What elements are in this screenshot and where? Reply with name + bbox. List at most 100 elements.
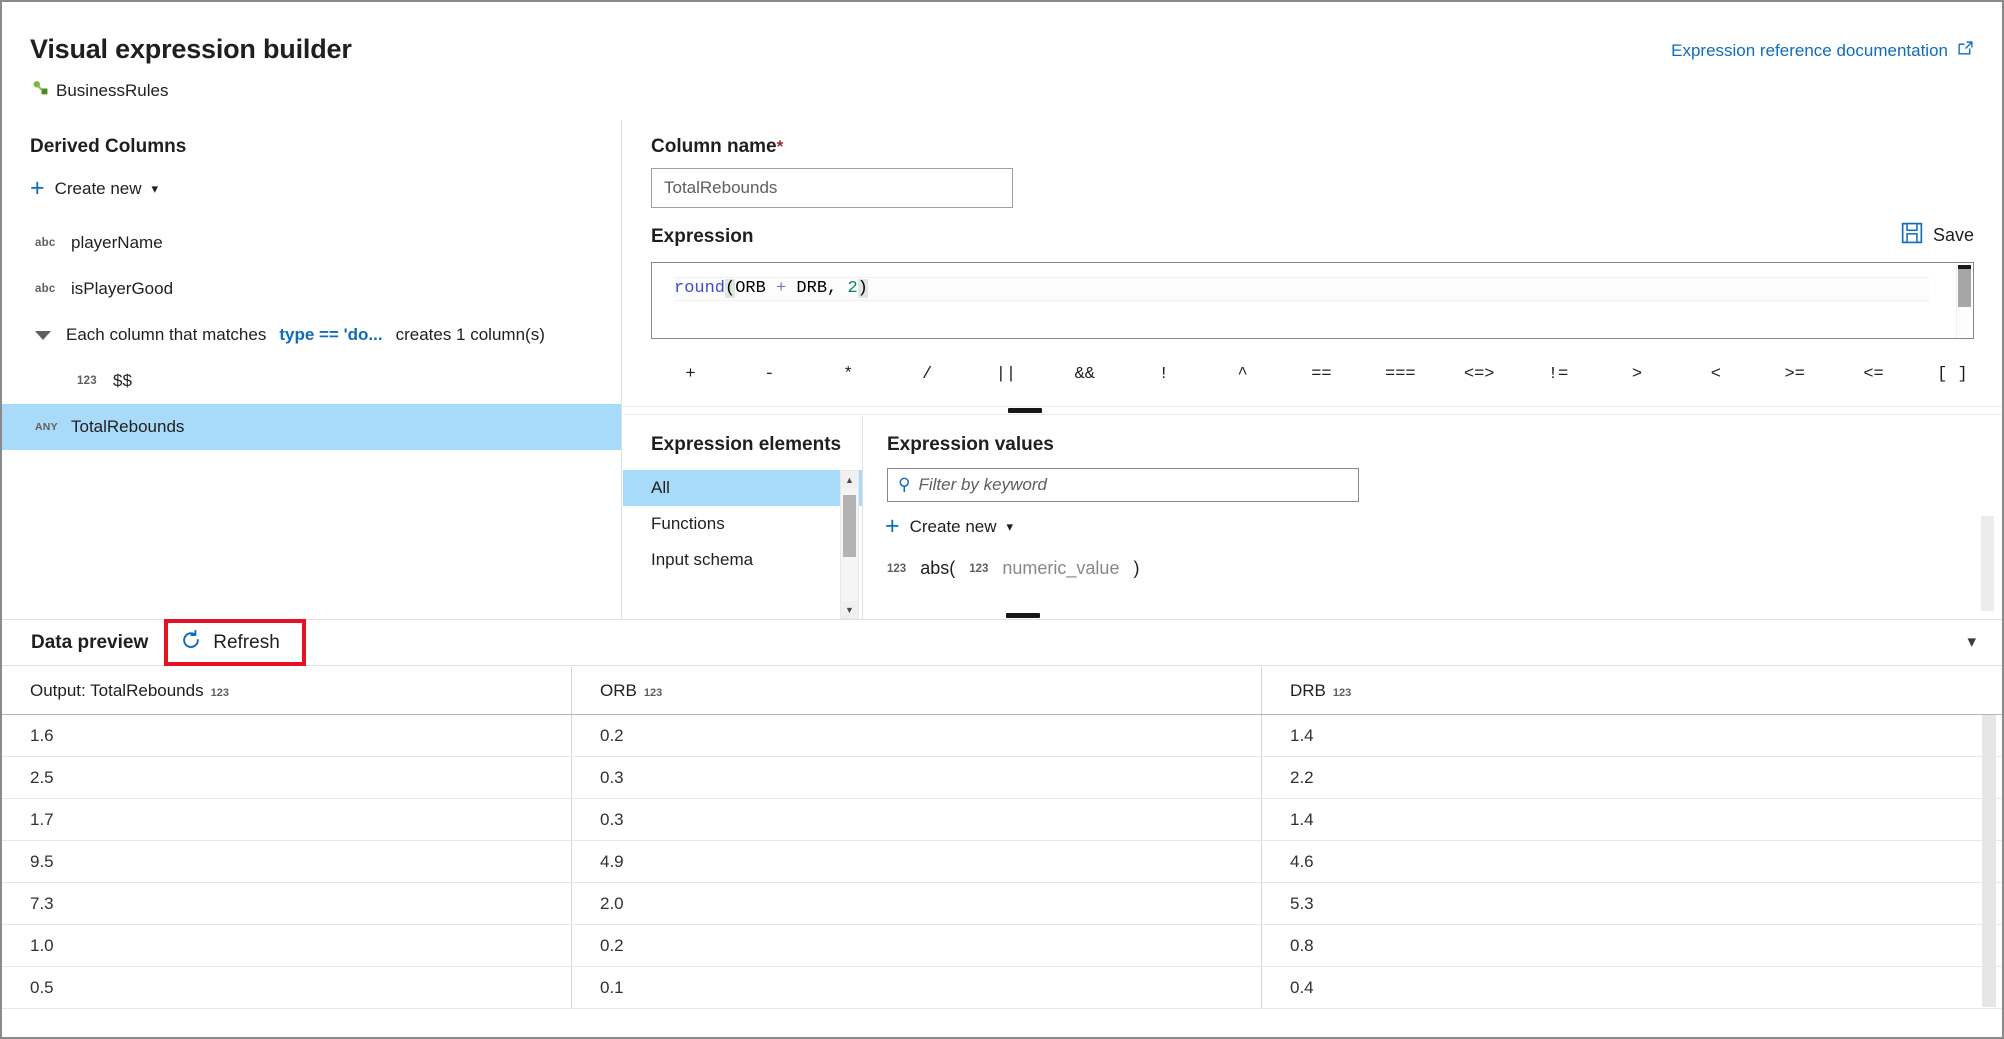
editor-vertical-scrollbar[interactable]: [1956, 263, 1973, 338]
operator-and[interactable]: &&: [1045, 352, 1124, 398]
expression-values-column: Expression values ⚲ + Create new ▾ 123 a…: [863, 416, 2002, 619]
expression-value-name: abs(: [920, 558, 955, 579]
column-header-label: Output: TotalRebounds: [30, 681, 204, 701]
create-new-column-button[interactable]: + Create new ▾: [30, 176, 158, 201]
table-header-cell-orb[interactable]: ORB123: [572, 667, 1262, 714]
type-badge: 123: [644, 687, 662, 699]
table-row[interactable]: 2.5 0.3 2.2: [2, 757, 2002, 799]
table-cell: 0.3: [572, 799, 1262, 840]
operator-not[interactable]: !: [1124, 352, 1203, 398]
required-asterisk: *: [777, 137, 784, 156]
operator-greater-than[interactable]: >: [1598, 352, 1677, 398]
caret-down-icon[interactable]: [35, 331, 51, 340]
table-cell: 2.2: [1262, 757, 2002, 798]
operator-or[interactable]: ||: [967, 352, 1046, 398]
operator-minus[interactable]: -: [730, 352, 809, 398]
column-item-playerName[interactable]: abc playerName: [2, 220, 621, 266]
rule-prefix-label: Each column that matches: [66, 325, 266, 345]
expression-values-title: Expression values: [887, 434, 1054, 456]
table-cell: 0.5: [2, 967, 572, 1008]
create-new-value-button[interactable]: + Create new ▾: [885, 514, 1013, 539]
search-icon: ⚲: [898, 475, 910, 495]
column-name-input[interactable]: [651, 168, 1013, 208]
expression-element-all[interactable]: All: [623, 470, 862, 506]
table-header-cell-output[interactable]: Output: TotalRebounds123: [2, 667, 572, 714]
scroll-up-arrow-icon[interactable]: ▲: [841, 471, 858, 488]
operator-not-equals[interactable]: !=: [1519, 352, 1598, 398]
filter-input[interactable]: [918, 475, 1348, 495]
table-row[interactable]: 1.6 0.2 1.4: [2, 715, 2002, 757]
expression-elements-scrollbar[interactable]: ▲ ▼: [840, 470, 859, 619]
operator-caret[interactable]: ^: [1203, 352, 1282, 398]
chevron-down-icon: ▾: [152, 181, 159, 197]
expression-reference-documentation-link[interactable]: Expression reference documentation: [1671, 40, 1974, 62]
table-row[interactable]: 0.5 0.1 0.4: [2, 967, 2002, 1009]
operator-brackets[interactable]: [ ]: [1913, 352, 1992, 398]
operator-plus[interactable]: +: [651, 352, 730, 398]
page-title: Visual expression builder: [30, 34, 352, 65]
expression-value-close-paren: ): [1133, 558, 1139, 579]
table-cell: 2.5: [2, 757, 572, 798]
refresh-highlight-box: Refresh: [164, 619, 306, 666]
column-item-isPlayerGood[interactable]: abc isPlayerGood: [2, 266, 621, 312]
save-label: Save: [1933, 225, 1974, 246]
expression-elements-scrollbar-thumb[interactable]: [843, 495, 856, 557]
table-cell: 7.3: [2, 883, 572, 924]
table-header-row: Output: TotalRebounds123 ORB123 DRB123: [2, 667, 2002, 715]
table-row[interactable]: 1.0 0.2 0.8: [2, 925, 2002, 967]
table-cell: 0.3: [572, 757, 1262, 798]
horizontal-splitter-top[interactable]: [623, 406, 2002, 415]
splitter-handle[interactable]: [1008, 408, 1042, 413]
operator-null-safe-equals[interactable]: <=>: [1440, 352, 1519, 398]
table-cell: 4.6: [1262, 841, 2002, 882]
table-cell: 9.5: [2, 841, 572, 882]
expression-value-argument: numeric_value: [1002, 558, 1119, 579]
operator-greater-equals[interactable]: >=: [1755, 352, 1834, 398]
operator-strict-equals[interactable]: ===: [1361, 352, 1440, 398]
breadcrumb-label[interactable]: BusinessRules: [56, 81, 168, 101]
save-button[interactable]: Save: [1901, 222, 1974, 249]
expression-elements-pane: Expression elements All Functions Input …: [623, 416, 2002, 619]
expression-code-text[interactable]: round(ORB + DRB, 2): [674, 277, 868, 301]
refresh-label: Refresh: [213, 632, 280, 654]
splitter-handle[interactable]: [1006, 613, 1040, 618]
table-row[interactable]: 1.7 0.3 1.4: [2, 799, 2002, 841]
operator-toolbar: + - * / || && ! ^ == === <=> != > < >= <…: [651, 352, 1992, 398]
table-cell: 0.2: [572, 925, 1262, 966]
expression-elements-column: Expression elements All Functions Input …: [623, 416, 863, 619]
refresh-button[interactable]: Refresh: [180, 629, 280, 656]
operator-equals[interactable]: ==: [1282, 352, 1361, 398]
expression-value-item-abs[interactable]: 123 abs( 123 numeric_value ): [887, 558, 1139, 579]
expression-values-scrollbar[interactable]: [1981, 516, 1994, 611]
rule-expression-link[interactable]: type == 'do...: [279, 325, 382, 345]
data-preview-vertical-scrollbar[interactable]: [1982, 715, 1996, 1007]
table-cell: 0.8: [1262, 925, 2002, 966]
operator-multiply[interactable]: *: [809, 352, 888, 398]
dataflow-node-icon: [32, 80, 49, 102]
data-preview-title: Data preview: [31, 632, 148, 654]
table-header-cell-drb[interactable]: DRB123: [1262, 667, 2002, 714]
table-row[interactable]: 9.5 4.9 4.6: [2, 841, 2002, 883]
expression-token-number: 2: [847, 279, 857, 298]
column-pattern-rule-row[interactable]: Each column that matches type == 'do... …: [2, 312, 621, 358]
rule-suffix-label: creates 1 column(s): [396, 325, 545, 345]
column-item-TotalRebounds[interactable]: ANY TotalRebounds: [2, 404, 621, 450]
table-row[interactable]: 7.3 2.0 5.3: [2, 883, 2002, 925]
expression-token-open-paren: (: [725, 279, 735, 298]
expression-token-close-paren: ): [858, 279, 868, 298]
expression-element-functions[interactable]: Functions: [623, 506, 862, 542]
editor-scrollbar-thumb[interactable]: [1958, 265, 1971, 307]
expression-values-filter[interactable]: ⚲: [887, 468, 1359, 502]
type-badge: ANY: [35, 421, 71, 433]
operator-less-than[interactable]: <: [1676, 352, 1755, 398]
operator-divide[interactable]: /: [888, 352, 967, 398]
chevron-down-icon[interactable]: ▾: [1967, 632, 1976, 652]
expression-code-editor[interactable]: round(ORB + DRB, 2): [651, 262, 1974, 339]
type-badge: abc: [35, 283, 71, 295]
expression-element-input-schema[interactable]: Input schema: [623, 542, 862, 578]
operator-less-equals[interactable]: <=: [1834, 352, 1913, 398]
doc-link-label: Expression reference documentation: [1671, 41, 1948, 61]
table-cell: 0.4: [1262, 967, 2002, 1008]
column-header-label: DRB: [1290, 681, 1326, 701]
column-item-dollar-dollar[interactable]: 123 $$: [2, 358, 621, 404]
